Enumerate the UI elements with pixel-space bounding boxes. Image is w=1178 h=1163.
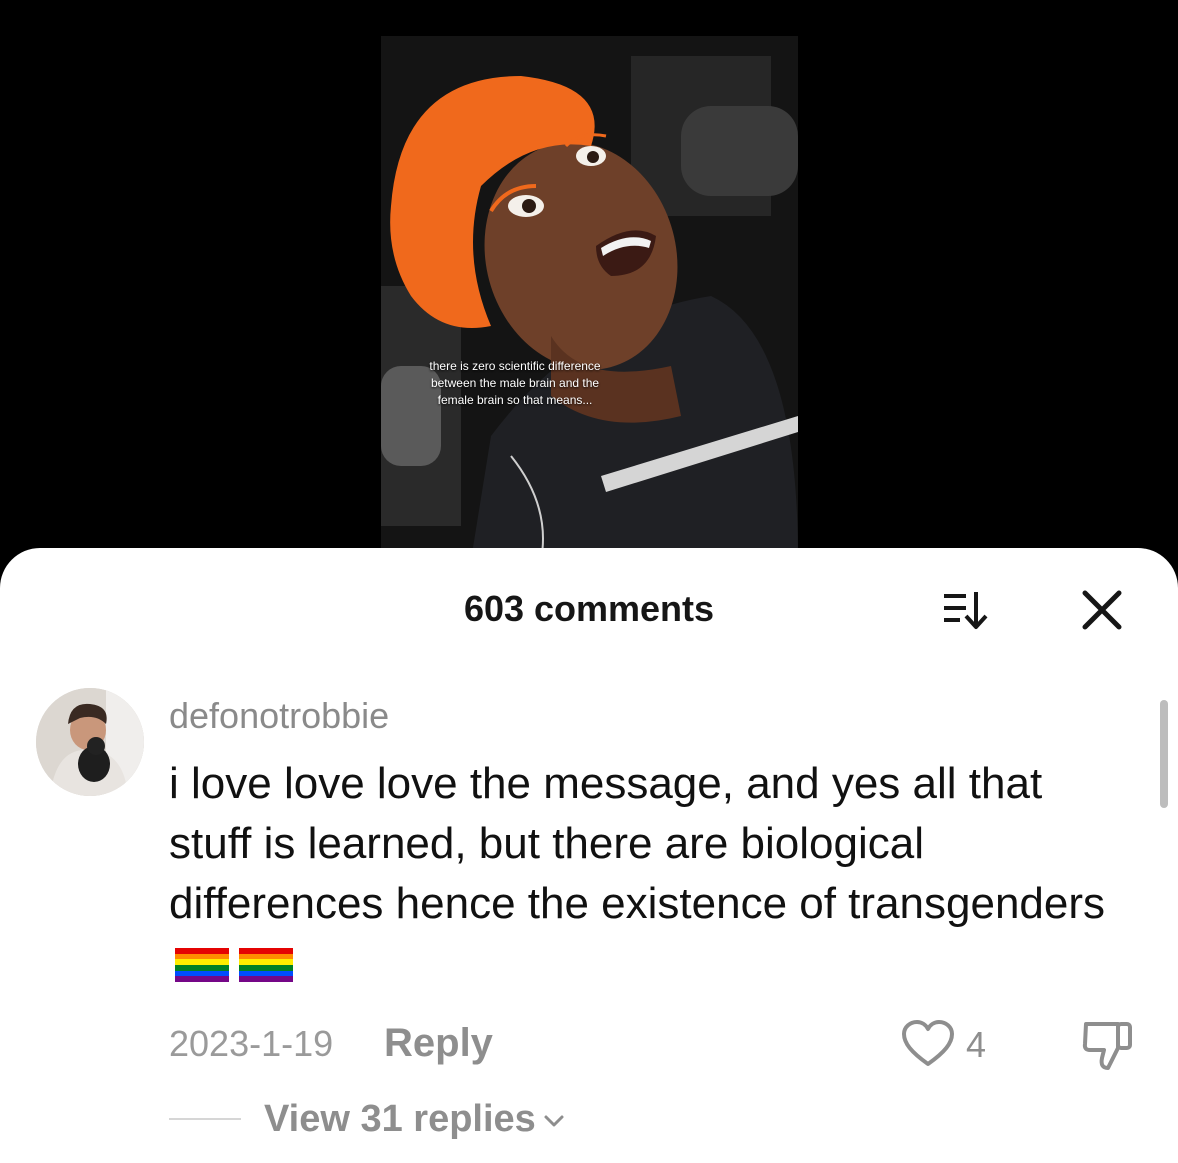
thumbs-down-icon[interactable] — [1080, 1018, 1136, 1072]
comment-text: i love love love the message, and yes al… — [169, 759, 1106, 928]
heart-icon[interactable] — [901, 1020, 955, 1068]
scrollbar[interactable] — [1160, 700, 1168, 808]
video-frame-image — [381, 36, 798, 560]
comments-sheet: 603 comments defonotrobbie i love love l… — [0, 548, 1178, 1163]
comment-date: 2023-1-19 — [169, 1023, 334, 1064]
avatar[interactable] — [36, 688, 144, 796]
view-replies-button[interactable]: View 31 replies — [264, 1098, 566, 1141]
view-replies-label: View 31 replies — [264, 1098, 536, 1140]
rainbow-flag-icon — [175, 948, 229, 982]
video-caption: there is zero scientific difference betw… — [429, 359, 601, 407]
chevron-down-icon — [544, 1115, 564, 1127]
like-count: 4 — [966, 1024, 987, 1065]
comment-body: i love love love the message, and yes al… — [169, 754, 1129, 994]
close-icon[interactable] — [1080, 588, 1124, 632]
comments-count-title: 603 comments — [463, 588, 715, 629]
comment-username[interactable]: defonotrobbie — [169, 695, 389, 737]
rainbow-flag-icon — [239, 948, 293, 982]
replies-divider — [169, 1118, 241, 1120]
reply-button[interactable]: Reply — [384, 1021, 493, 1066]
video-area: there is zero scientific difference betw… — [0, 0, 1178, 560]
video-player[interactable]: there is zero scientific difference betw… — [381, 36, 798, 560]
sort-icon[interactable] — [942, 590, 998, 630]
